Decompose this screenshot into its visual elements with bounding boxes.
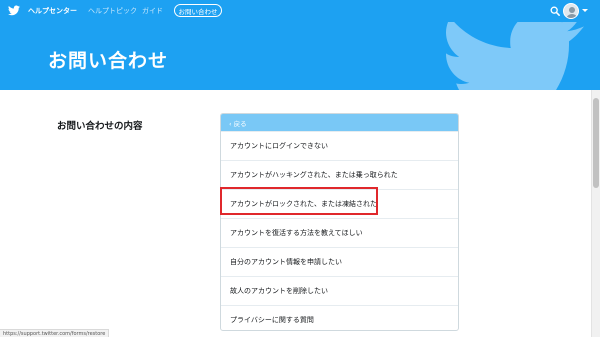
nav-contact-button[interactable]: お問い合わせ xyxy=(174,4,222,17)
page-title: お問い合わせ xyxy=(48,50,169,72)
option-account-hacked[interactable]: アカウントがハッキングされた、または乗っ取られた xyxy=(221,160,458,189)
section-label: お問い合わせの内容 xyxy=(57,121,143,132)
back-link[interactable]: ‹ 戻る xyxy=(229,118,247,128)
avatar-head xyxy=(569,7,575,13)
avatar-icon[interactable] xyxy=(563,3,579,19)
nav-help-topics[interactable]: ヘルプトピック xyxy=(88,6,137,16)
twitter-bird-watermark-icon xyxy=(446,22,584,90)
option-privacy-question[interactable]: プライバシーに関する質問 xyxy=(221,305,458,330)
top-navigation-bar: ヘルプセンター ヘルプトピック ガイド お問い合わせ xyxy=(0,0,600,22)
option-restore-account[interactable]: アカウントを復活する方法を教えてほしい xyxy=(221,218,458,247)
contact-options-panel: ‹ 戻る アカウントにログインできない アカウントがハッキングされた、または乗っ… xyxy=(220,113,459,331)
option-cannot-login[interactable]: アカウントにログインできない xyxy=(221,131,458,160)
panel-header: ‹ 戻る xyxy=(221,114,458,131)
search-icon[interactable] xyxy=(550,6,560,16)
page-scrollbar[interactable] xyxy=(591,90,600,337)
option-deceased-account[interactable]: 故人のアカウントを削除したい xyxy=(221,276,458,305)
nav-guides[interactable]: ガイド xyxy=(142,6,163,16)
option-request-account-info[interactable]: 自分のアカウント情報を申請したい xyxy=(221,247,458,276)
nav-help-center[interactable]: ヘルプセンター xyxy=(28,6,77,16)
twitter-bird-icon[interactable] xyxy=(8,5,20,16)
scrollbar-thumb[interactable] xyxy=(593,98,599,188)
avatar-body xyxy=(566,14,578,18)
chevron-down-icon[interactable] xyxy=(582,9,588,12)
status-bar-url: https://support.twitter.com/forms/restor… xyxy=(0,329,110,337)
highlight-box xyxy=(220,187,378,215)
hero-banner: お問い合わせ xyxy=(0,22,600,90)
